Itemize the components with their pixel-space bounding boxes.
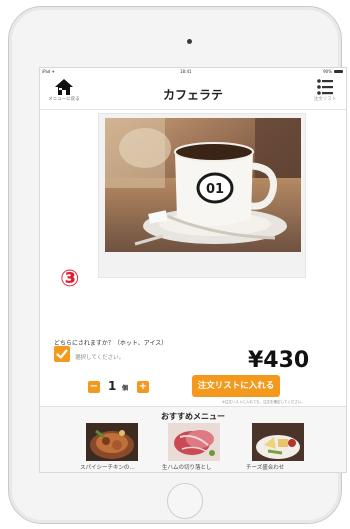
recommend-item-label: 生ハムの切り落とし (162, 465, 212, 471)
checkmark-icon (56, 349, 68, 359)
order-list-label: 注文リスト (313, 97, 337, 102)
page-title: カフェラテ (162, 88, 223, 102)
quantity-value: 1 (108, 379, 117, 393)
quantity-unit: 個 (122, 385, 129, 392)
status-time: 18:41 (180, 69, 192, 74)
order-note: ※注文リストに入れても、注文を確定してください。 (222, 400, 305, 404)
recommend-item[interactable]: スパイシーチキンの… (80, 423, 144, 472)
cup-logo-text: 01 (206, 182, 224, 197)
nav-bar: メニューに戻る カフェラテ 注文リスト (40, 76, 346, 110)
quantity-plus-button[interactable]: + (137, 381, 149, 393)
option-hint: 選択してください。 (75, 355, 125, 361)
status-bar: iPad ✈ 18:41 90% (40, 68, 346, 76)
status-carrier: iPad ✈ (42, 69, 55, 74)
ipad-device-frame: iPad ✈ 18:41 90% メニューに戻る カフェラテ 注文リスト 01 … (8, 6, 347, 524)
battery-icon (334, 69, 343, 73)
price-label: ¥430 (248, 348, 310, 373)
recommend-item[interactable]: チーズ盛合わせ (246, 423, 310, 472)
recommend-item-label: スパイシーチキンの… (80, 465, 135, 471)
recommend-thumb-ham (168, 423, 220, 461)
home-button[interactable] (167, 483, 203, 519)
product-photo-frame: 01 (98, 113, 306, 278)
option-question: どちらにされますか？（ホット、アイス） (54, 340, 168, 347)
step-number-badge: ③ (60, 266, 80, 292)
status-battery: 90% (323, 69, 332, 74)
quantity-minus-button[interactable]: − (88, 381, 100, 393)
recommend-item[interactable]: 生ハムの切り落とし (162, 423, 226, 472)
add-to-order-button[interactable]: 注文リストに入れる (192, 375, 280, 397)
order-list-button[interactable]: 注文リスト (310, 78, 340, 108)
option-checkbox[interactable] (54, 346, 70, 362)
camera-dot (187, 39, 192, 44)
app-screen: iPad ✈ 18:41 90% メニューに戻る カフェラテ 注文リスト 01 … (39, 67, 347, 473)
recommend-thumb-cheese (252, 423, 304, 461)
list-icon (317, 79, 333, 95)
recommend-thumb-chicken (86, 423, 138, 461)
recommend-title: おすすめメニュー (161, 412, 225, 421)
coffee-cup-photo: 01 (105, 118, 301, 252)
recommend-item-label: チーズ盛合わせ (246, 465, 285, 471)
recommend-section: おすすめメニュー スパイシーチキンの… 生ハムの切り落とし チーズ盛合わせ (40, 406, 346, 472)
